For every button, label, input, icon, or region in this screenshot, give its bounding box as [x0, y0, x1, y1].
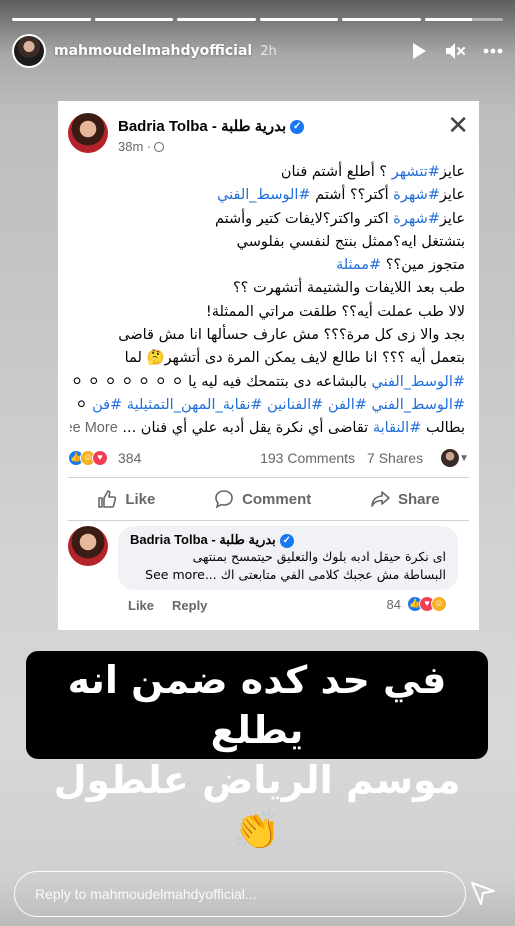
share-count: 7 Shares — [367, 450, 424, 466]
facebook-post-screenshot: Badria Tolba - بدرية طلبة ✓ 38m · ✕ عايز#… — [58, 101, 479, 630]
hashtag-link: #تتشهر — [391, 164, 440, 180]
comment-button: Comment — [214, 489, 311, 509]
close-icon: ✕ — [447, 111, 469, 141]
post-text-line: بتعمل أيه ؟؟؟ انا طالع لايف يمكن المرة د… — [124, 350, 465, 367]
hashtag-link: #الوسط_الفني — [217, 187, 311, 204]
hashtag-link: #شهرة — [393, 187, 440, 204]
post-text-line: بتشتغل ايه؟ممثل بنتج لنفسي بفلوسي — [236, 233, 465, 250]
progress-segment — [12, 18, 91, 21]
progress-segment — [94, 18, 173, 21]
send-icon[interactable] — [470, 880, 496, 910]
post-text-line: متجوز مين؟؟ #ممثلة — [335, 257, 465, 274]
hashtag-link: #الفنانين — [267, 396, 324, 413]
reaction-icons: 👍 ☺ ♥ — [68, 450, 108, 466]
verified-badge-icon: ✓ — [279, 533, 294, 548]
progress-segment — [177, 18, 256, 21]
haha-reaction-icon: ☺ — [431, 596, 447, 612]
story-username[interactable]: mahmoudelmahdyofficial — [54, 43, 252, 59]
play-icon[interactable] — [411, 42, 427, 60]
hashtag-link: #الوسط_الفني — [371, 396, 466, 413]
comment-bubble: Badria Tolba - بدرية طلبة ✓ اى نكرة حيقل … — [118, 526, 458, 590]
post-author-avatar — [68, 113, 108, 153]
comment-author-name: Badria Tolba - بدرية طلبة — [130, 532, 276, 547]
chevron-down-icon: ▼ — [459, 452, 469, 464]
comment-reply-button: Reply — [172, 598, 208, 613]
hashtag-link: #ممثلة — [335, 257, 382, 274]
comment-text-line-2: البساطة مش عجبك كلامى الفي متابعتى اك ..… — [145, 567, 446, 582]
progress-segment — [424, 18, 503, 21]
caption-line-2: موسم الرياض علطول 👏 — [53, 758, 461, 852]
caption-line-1: في حد كده ضمن انه يطلع — [67, 658, 447, 752]
comment-text-line-1: اى نكرة حيقل ادبه بلوك والتعليق حيتمسح ب… — [192, 549, 446, 564]
reply-field-container[interactable] — [14, 871, 466, 917]
story-caption: في حد كده ضمن انه يطلع موسم الرياض علطول… — [26, 651, 488, 852]
share-icon — [371, 491, 390, 507]
post-text-line: بجد والا زى كل مرة؟؟؟ مش عارف حسألها انا… — [118, 327, 465, 344]
love-reaction-icon: ♥ — [92, 450, 108, 466]
hashtag-link: #شهرة — [393, 210, 440, 227]
comment-icon — [215, 490, 233, 509]
share-button: Share — [370, 489, 440, 509]
viewer-avatar — [441, 449, 460, 467]
story-header: mahmoudelmahdyofficial 2h — [12, 32, 503, 70]
story-time: 2h — [260, 43, 277, 59]
comment-count: 193 Comments — [260, 450, 356, 466]
comment-author-avatar — [68, 526, 108, 566]
reaction-count: 384 — [118, 450, 142, 466]
more-icon[interactable] — [483, 48, 503, 54]
reply-input[interactable] — [35, 886, 465, 902]
post-time: 38m · — [118, 139, 152, 154]
post-text-line: لالا طب عملت أيه؟؟ طلقت مراتي الممثلة! — [205, 303, 465, 320]
post-text-line: #الوسط_الفني بالبشاعه دى بتتمحك فيه ليه … — [70, 373, 466, 390]
progress-segment — [342, 18, 421, 21]
post-stats: 👍 ☺ ♥ 384 193 Comments 7 Shares ▼ — [68, 446, 469, 470]
hashtag-link: #الفن — [327, 396, 367, 413]
comment: Badria Tolba - بدرية طلبة ✓ اى نكرة حيقل … — [68, 526, 469, 622]
post-body-text: عايز#تتشهر ؟ أطلع أشتم فنان عايز#شهرة أكت… — [70, 161, 465, 441]
hashtag-link: #نقابة_المهن_التمثيلية — [126, 396, 263, 413]
post-text-line: عايز#تتشهر ؟ أطلع أشتم فنان — [280, 164, 465, 180]
verified-badge-icon: ✓ — [290, 120, 305, 135]
comment-reaction-count: 84 — [386, 596, 401, 612]
progress-segment — [259, 18, 338, 21]
hashtag-link: #فن — [92, 396, 123, 413]
avatar[interactable] — [12, 34, 46, 68]
story-progress-bar — [12, 18, 503, 21]
divider — [68, 520, 469, 521]
comment-like-button: Like — [128, 598, 155, 613]
hashtag-link: #الوسط_الفني — [371, 373, 466, 390]
mute-icon[interactable] — [445, 42, 465, 60]
post-author-name: Badria Tolba - بدرية طلبة — [118, 118, 287, 135]
thumbs-up-icon — [98, 490, 117, 508]
comment-reactions: 84 👍 ♥ ☺ — [386, 596, 447, 612]
globe-icon — [154, 142, 165, 152]
post-actions: Like Comment Share — [68, 481, 469, 517]
post-text-line: طب بعد اللايفات والشتيمة أتشهرت ؟؟ — [232, 280, 465, 297]
hashtag-link: #النقابة — [372, 420, 422, 437]
like-button: Like — [97, 489, 155, 509]
post-header: Badria Tolba - بدرية طلبة ✓ 38m · ✕ — [68, 109, 469, 159]
post-text-line: عايز#شهرة أكتر؟؟ أشتم #الوسط_الفني — [217, 187, 465, 204]
divider — [68, 477, 469, 478]
post-text-line: بطالب #النقابة تقاضى أي نكرة يقل أدبه عل… — [70, 417, 465, 440]
see-more-link: See More — [70, 420, 118, 437]
post-text-line: #الوسط_الفني #الفن #الفنانين #نقابة_المه… — [75, 396, 466, 413]
post-text-line: عايز#شهرة اكتر واكتر؟لايفات كتير وأشتم — [214, 210, 465, 227]
